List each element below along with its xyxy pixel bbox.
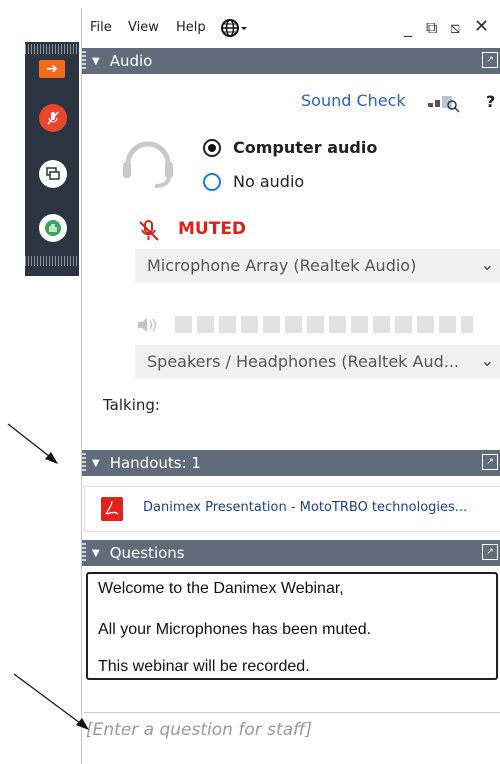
annotation-arrow-question — [13, 673, 85, 727]
annotation-arrow-handouts — [7, 423, 55, 461]
annotation-arrows — [7, 423, 89, 730]
